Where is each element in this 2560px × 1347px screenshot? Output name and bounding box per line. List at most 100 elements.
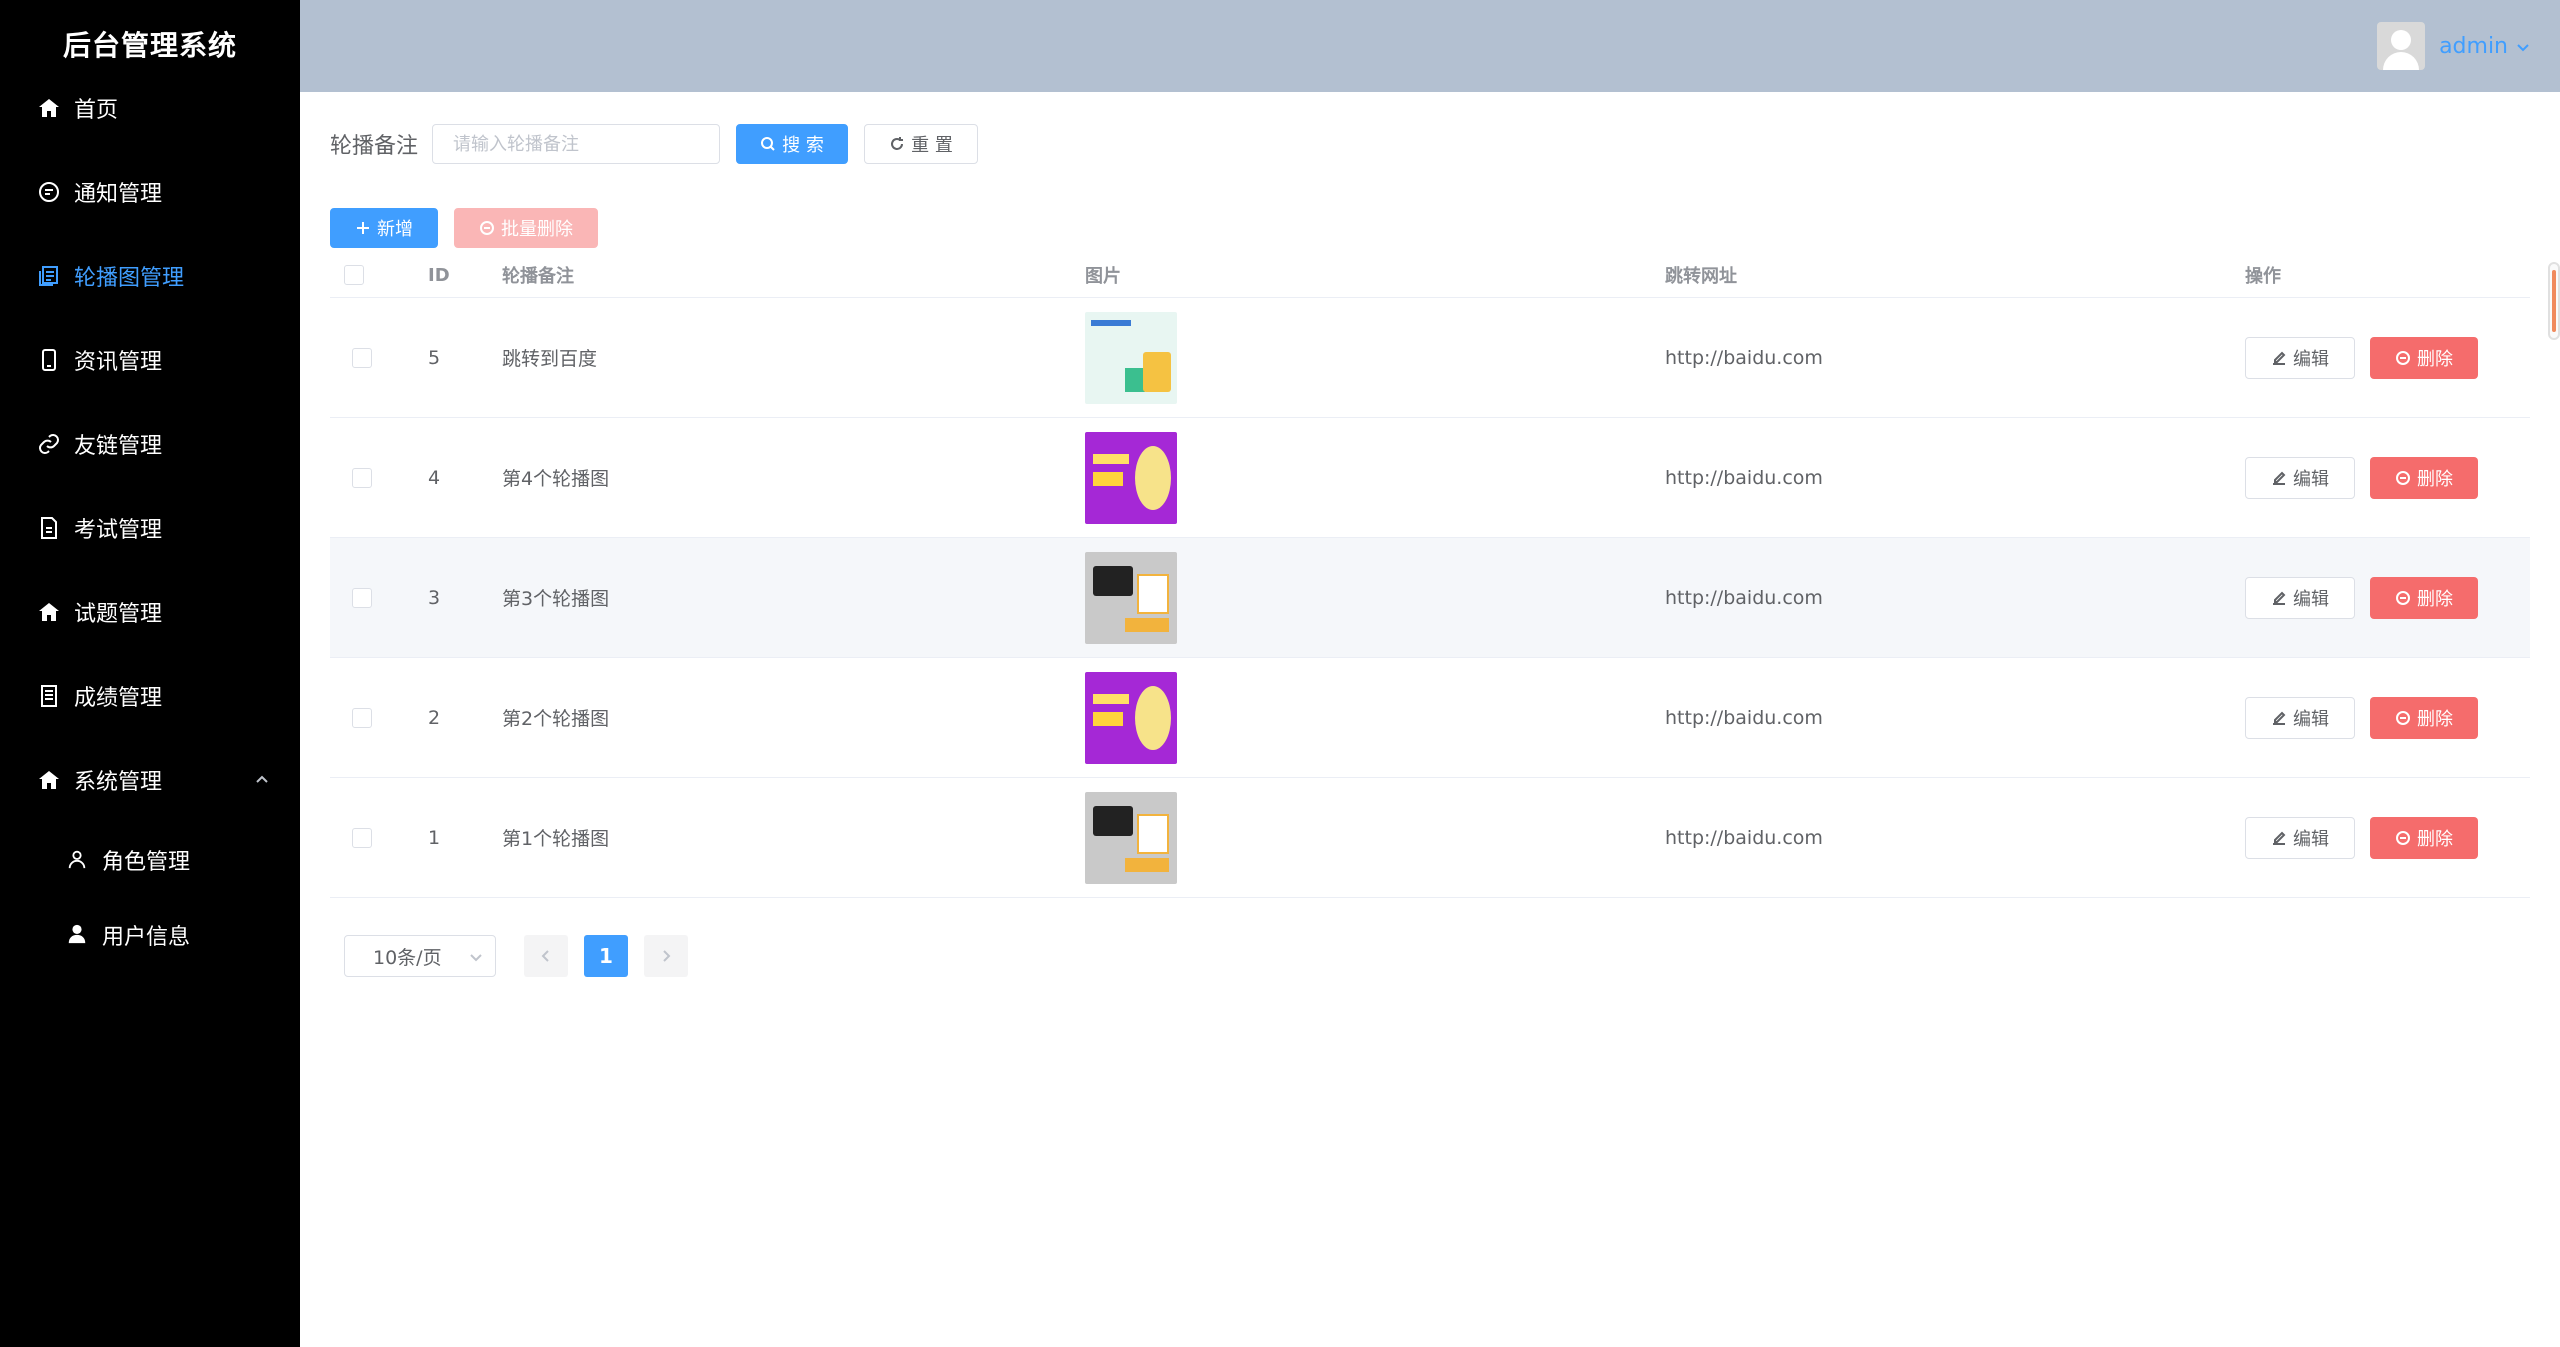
table-row[interactable]: 1 第1个轮播图 http://baidu.com 编辑 删除 (330, 778, 2530, 898)
row-remark: 跳转到百度 (502, 348, 598, 370)
remove-circle-icon (2396, 591, 2410, 605)
sidebar-item-label: 考试管理 (74, 518, 163, 543)
table-row[interactable]: 2 第2个轮播图 http://baidu.com 编辑 删除 (330, 658, 2530, 778)
add-button-label: 新增 (377, 219, 413, 240)
page-number-current[interactable]: 1 (584, 935, 628, 977)
next-page-button[interactable] (644, 935, 688, 977)
edit-button[interactable]: 编辑 (2245, 577, 2355, 619)
avatar (2377, 22, 2426, 70)
row-checkbox[interactable] (352, 347, 372, 368)
user-menu[interactable]: admin (2377, 22, 2530, 70)
reset-button[interactable]: 重 置 (864, 124, 978, 164)
delete-button[interactable]: 删除 (2370, 337, 2478, 379)
table-row[interactable]: 5 跳转到百度 http://baidu.com 编辑 删除 (330, 298, 2530, 418)
search-button[interactable]: 搜 索 (736, 124, 848, 164)
row-remark: 第4个轮播图 (502, 468, 610, 490)
page-size-select[interactable]: 10条/页 (344, 935, 496, 977)
edit-icon (2273, 471, 2286, 485)
edit-button[interactable]: 编辑 (2245, 337, 2355, 379)
column-header-image[interactable]: 图片 (1085, 252, 1121, 298)
delete-button-label: 删除 (2417, 469, 2453, 490)
edit-button-label: 编辑 (2293, 709, 2329, 730)
user-outline-icon (66, 848, 90, 872)
reset-button-label: 重 置 (911, 135, 953, 156)
remark-search-input[interactable] (432, 124, 720, 164)
batch-delete-button-label: 批量删除 (501, 219, 573, 240)
edit-icon (2273, 711, 2286, 725)
row-url: http://baidu.com (1665, 826, 1823, 849)
table-row[interactable]: 4 第4个轮播图 http://baidu.com 编辑 删除 (330, 418, 2530, 538)
sidebar-item-exam[interactable]: 考试管理 (0, 486, 300, 570)
sidebar-item-links[interactable]: 友链管理 (0, 402, 300, 486)
edit-button[interactable]: 编辑 (2245, 817, 2355, 859)
prev-page-button[interactable] (524, 935, 568, 977)
row-remark: 第3个轮播图 (502, 588, 610, 610)
sidebar: 后台管理系统 首页 通知管理 轮播图管理 资讯管理 友链管理 考试管理 试题管理… (0, 0, 300, 1347)
delete-button-label: 删除 (2417, 709, 2453, 730)
chevron-down-icon (470, 954, 482, 962)
row-select-cell (352, 778, 372, 897)
sidebar-item-system[interactable]: 系统管理 (0, 738, 300, 822)
column-header-actions[interactable]: 操作 (2245, 252, 2281, 298)
row-url: http://baidu.com (1665, 466, 1823, 489)
row-id: 3 (428, 586, 441, 609)
delete-button[interactable]: 删除 (2370, 817, 2478, 859)
row-checkbox[interactable] (352, 587, 372, 608)
sidebar-item-scores[interactable]: 成绩管理 (0, 654, 300, 738)
table-row[interactable]: 3 第3个轮播图 http://baidu.com 编辑 删除 (330, 538, 2530, 658)
sidebar-item-roles[interactable]: 角色管理 (0, 823, 300, 897)
page-scrollbar[interactable] (2548, 262, 2560, 340)
edit-icon (2273, 591, 2286, 605)
remove-circle-icon (2396, 831, 2410, 845)
sidebar-item-label: 轮播图管理 (74, 266, 185, 291)
page-size-label: 10条/页 (373, 946, 442, 969)
row-url: http://baidu.com (1665, 706, 1823, 729)
sidebar-item-label: 友链管理 (74, 434, 163, 459)
row-checkbox[interactable] (352, 467, 372, 488)
sidebar-item-news[interactable]: 资讯管理 (0, 318, 300, 402)
username: admin (2439, 33, 2508, 59)
sidebar-item-notice[interactable]: 通知管理 (0, 150, 300, 234)
banner-thumbnail[interactable] (1085, 551, 1177, 644)
select-all-checkbox[interactable] (344, 265, 364, 285)
row-image-cell (1085, 298, 1177, 417)
add-button[interactable]: 新增 (330, 208, 438, 248)
delete-button[interactable]: 删除 (2370, 697, 2478, 739)
remove-circle-icon (2396, 711, 2410, 725)
sidebar-item-questions[interactable]: 试题管理 (0, 570, 300, 654)
banner-thumbnail[interactable] (1085, 671, 1177, 764)
row-select-cell (352, 658, 372, 777)
delete-button[interactable]: 删除 (2370, 577, 2478, 619)
banner-thumbnail[interactable] (1085, 791, 1177, 884)
sidebar-item-label: 首页 (74, 98, 119, 123)
row-image-cell (1085, 658, 1177, 777)
edit-button-label: 编辑 (2293, 469, 2329, 490)
chevron-down-icon (2516, 39, 2530, 53)
sidebar-item-users[interactable]: 用户信息 (0, 898, 300, 972)
column-header-id[interactable]: ID (428, 252, 450, 298)
row-id: 1 (428, 826, 441, 849)
column-header-remark[interactable]: 轮播备注 (502, 252, 574, 298)
batch-delete-button[interactable]: 批量删除 (454, 208, 598, 248)
row-checkbox[interactable] (352, 827, 372, 848)
user-solid-icon (66, 923, 90, 947)
edit-button[interactable]: 编辑 (2245, 457, 2355, 499)
delete-button-label: 删除 (2417, 349, 2453, 370)
edit-icon (2273, 351, 2286, 365)
sidebar-item-carousel[interactable]: 轮播图管理 (0, 234, 300, 318)
tickets-icon (36, 683, 62, 709)
banner-thumbnail[interactable] (1085, 311, 1177, 404)
row-image-cell (1085, 778, 1177, 897)
chat-icon (36, 179, 62, 205)
carousel-table: ID 轮播备注 图片 跳转网址 操作 5 跳转到百度 http://baidu.… (330, 252, 2530, 898)
column-header-url[interactable]: 跳转网址 (1665, 252, 1737, 298)
delete-button[interactable]: 删除 (2370, 457, 2478, 499)
edit-button[interactable]: 编辑 (2245, 697, 2355, 739)
sidebar-item-home[interactable]: 首页 (0, 66, 300, 150)
row-checkbox[interactable] (352, 707, 372, 728)
chevron-up-icon (254, 768, 270, 784)
home-icon (36, 599, 62, 625)
banner-thumbnail[interactable] (1085, 431, 1177, 524)
select-all-cell (344, 252, 364, 298)
edit-icon (2273, 831, 2286, 845)
